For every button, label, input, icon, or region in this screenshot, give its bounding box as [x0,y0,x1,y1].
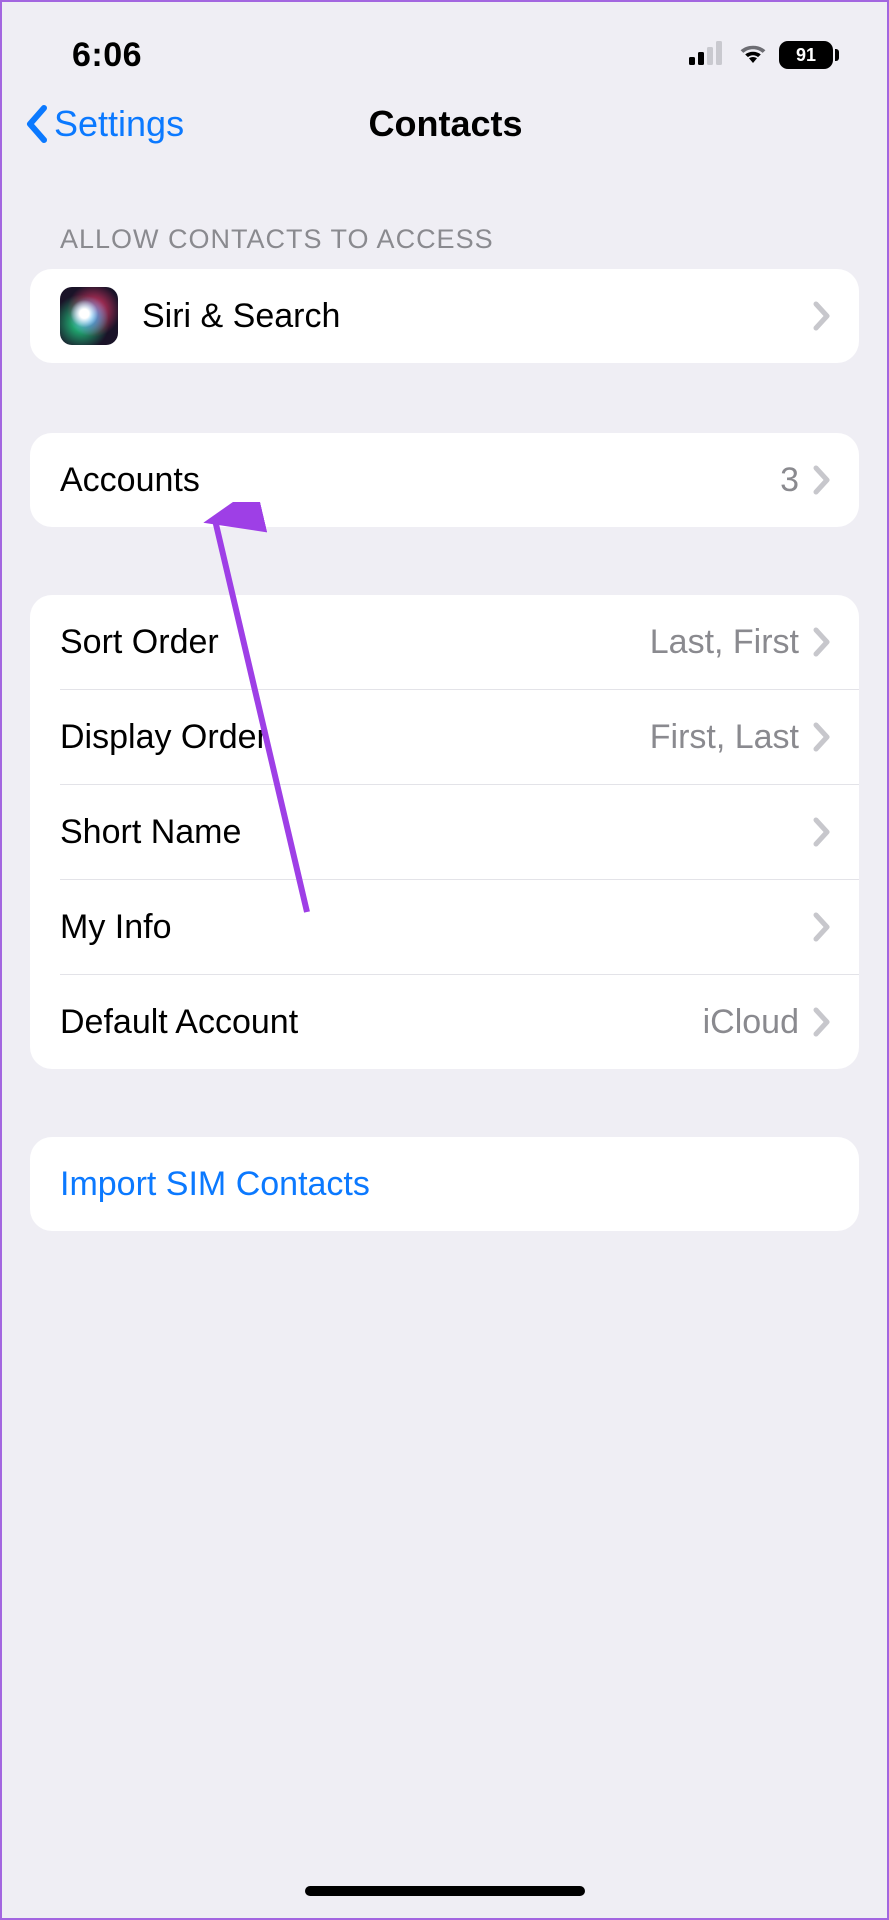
short-name-label: Short Name [60,813,813,852]
chevron-right-icon [813,301,831,331]
chevron-left-icon [24,105,48,143]
siri-icon [60,287,118,345]
group-allow-access: Siri & Search [30,269,859,363]
row-import-sim[interactable]: Import SIM Contacts [30,1137,859,1231]
back-button[interactable]: Settings [24,103,184,145]
chevron-right-icon [813,465,831,495]
group-accounts: Accounts 3 [30,433,859,527]
status-bar: 6:06 91 [2,20,887,90]
accounts-value: 3 [780,461,799,500]
status-indicators: 91 [689,41,839,70]
status-time: 6:06 [72,36,142,75]
row-my-info[interactable]: My Info [30,880,859,974]
default-account-value: iCloud [703,1003,799,1042]
chevron-right-icon [813,912,831,942]
siri-label: Siri & Search [142,297,813,336]
back-label: Settings [54,103,184,145]
group-settings: Sort Order Last, First Display Order Fir… [30,595,859,1069]
wifi-icon [737,41,769,70]
row-display-order[interactable]: Display Order First, Last [30,690,859,784]
my-info-label: My Info [60,908,813,947]
chevron-right-icon [813,627,831,657]
row-siri-search[interactable]: Siri & Search [30,269,859,363]
default-account-label: Default Account [60,1003,703,1042]
nav-header: Settings Contacts [2,90,887,168]
battery-icon: 91 [779,41,839,69]
row-default-account[interactable]: Default Account iCloud [30,975,859,1069]
chevron-right-icon [813,1007,831,1037]
row-short-name[interactable]: Short Name [30,785,859,879]
home-indicator [305,1886,585,1896]
cellular-icon [689,41,727,70]
page-title: Contacts [368,103,522,145]
row-sort-order[interactable]: Sort Order Last, First [30,595,859,689]
chevron-right-icon [813,722,831,752]
group-import-sim: Import SIM Contacts [30,1137,859,1231]
chevron-right-icon [813,817,831,847]
sort-order-value: Last, First [650,623,799,662]
accounts-label: Accounts [60,461,780,500]
display-order-value: First, Last [650,718,799,757]
import-sim-label: Import SIM Contacts [60,1165,370,1204]
section-header-allow: ALLOW CONTACTS TO ACCESS [2,168,887,269]
display-order-label: Display Order [60,718,650,757]
sort-order-label: Sort Order [60,623,650,662]
row-accounts[interactable]: Accounts 3 [30,433,859,527]
